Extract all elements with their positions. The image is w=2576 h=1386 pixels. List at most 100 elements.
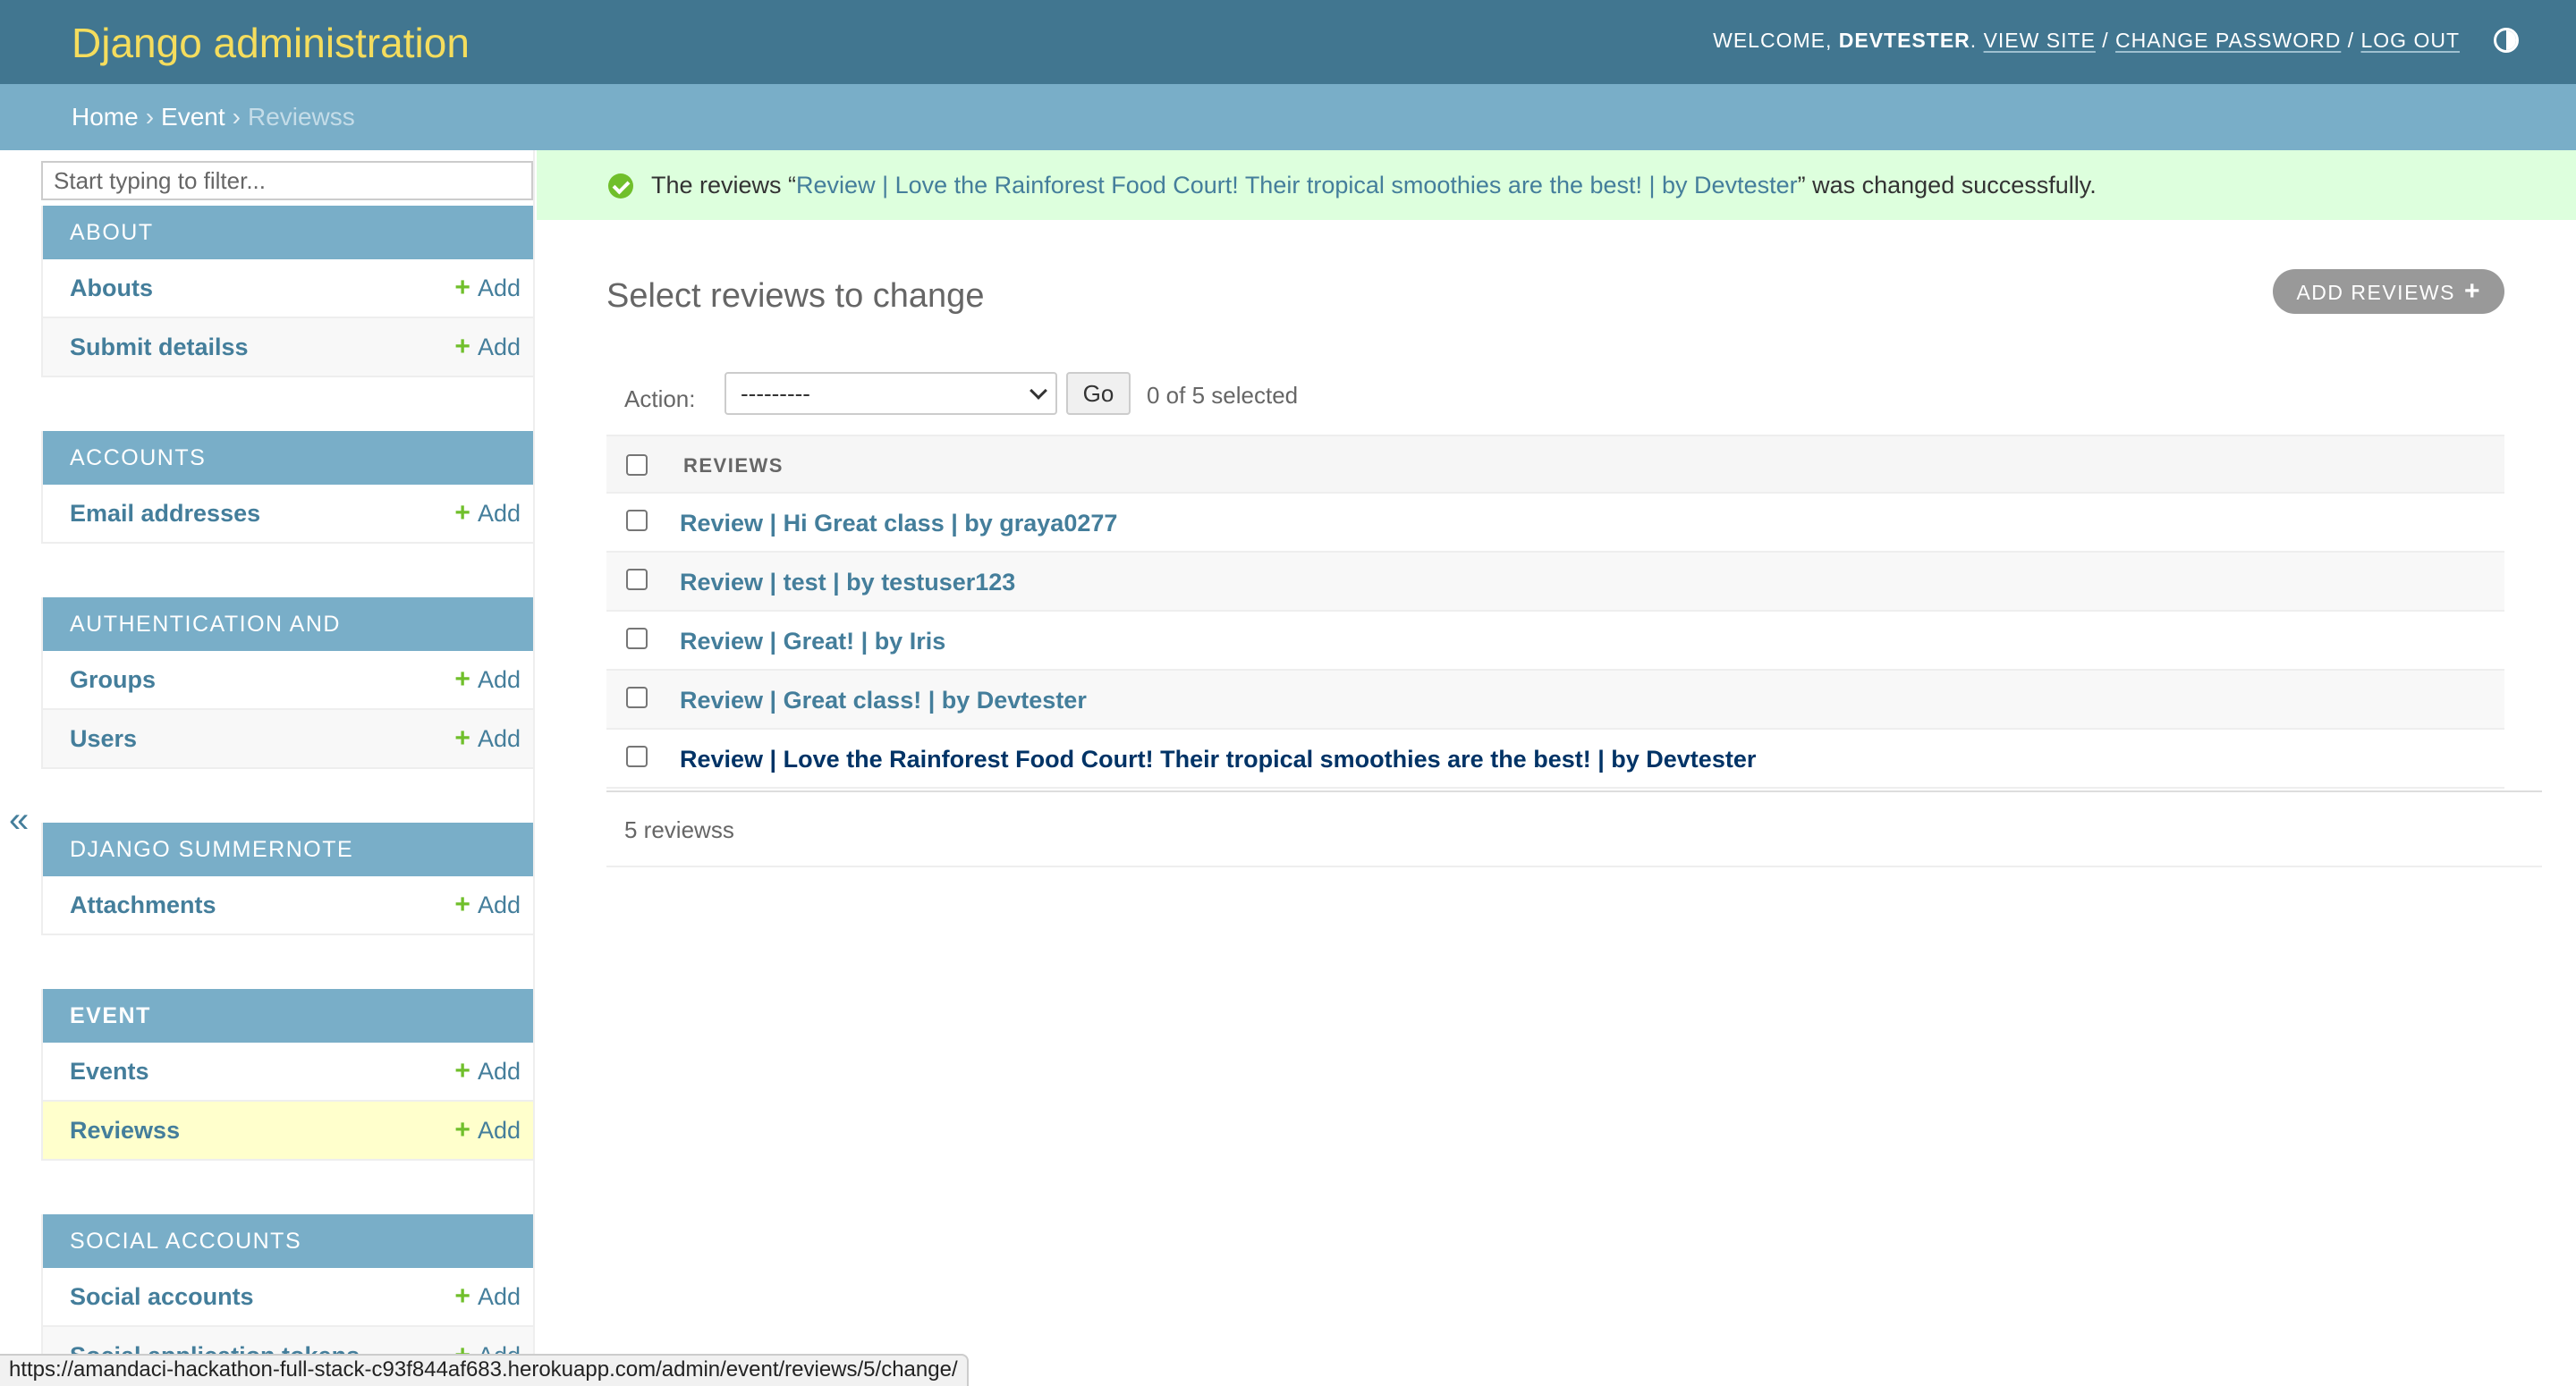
model-link-users[interactable]: Users: [70, 710, 137, 767]
action-select[interactable]: ---------: [724, 372, 1057, 415]
breadcrumb-home-link[interactable]: Home: [72, 103, 139, 131]
module-caption-summernote[interactable]: Django Summernote: [43, 823, 533, 876]
model-link-social-accounts[interactable]: Social accounts: [70, 1268, 254, 1325]
sidebar-item-users: Users + Add: [43, 710, 533, 769]
add-abouts-link[interactable]: + Add: [454, 259, 521, 317]
sidebar-item-groups: Groups + Add: [43, 651, 533, 710]
breadcrumb-app-link[interactable]: Event: [161, 103, 225, 131]
sidebar-item-reviewss: Reviewss + Add: [43, 1102, 533, 1161]
log-out-link[interactable]: LOG OUT: [2360, 29, 2460, 52]
module-event: Event Events + Add Reviewss + Add: [41, 989, 533, 1161]
add-reviews-label: ADD REVIEWS: [2296, 281, 2455, 304]
username: DEVTESTER: [1838, 29, 1970, 52]
sidebar-item-submit-detailss: Submit detailss + Add: [43, 318, 533, 377]
add-groups-link[interactable]: + Add: [454, 651, 521, 708]
table-row: Review | Great! | by Iris: [606, 612, 2504, 671]
plus-icon: +: [454, 498, 470, 528]
plus-icon: +: [454, 1056, 470, 1086]
add-attachments-link[interactable]: + Add: [454, 876, 521, 934]
table-row: Review | test | by testuser123: [606, 553, 2504, 612]
plus-icon: +: [454, 273, 470, 302]
add-label: Add: [477, 275, 521, 301]
add-events-link[interactable]: + Add: [454, 1043, 521, 1100]
row-checkbox[interactable]: [626, 746, 648, 767]
row-checkbox[interactable]: [626, 510, 648, 531]
add-label: Add: [477, 666, 521, 693]
review-link[interactable]: Review | Great! | by Iris: [680, 626, 945, 656]
sidebar-item-events: Events + Add: [43, 1043, 533, 1102]
header: Django administration WELCOME, DEVTESTER…: [0, 0, 2576, 84]
module-about: About Abouts + Add Submit detailss + Add: [41, 206, 533, 377]
message-object-link[interactable]: Review | Love the Rainforest Food Court!…: [796, 172, 1798, 199]
add-label: Add: [477, 1283, 521, 1310]
add-email-addresses-link[interactable]: + Add: [454, 485, 521, 542]
model-link-groups[interactable]: Groups: [70, 651, 156, 708]
add-users-link[interactable]: + Add: [454, 710, 521, 767]
table-row: Review | Hi Great class | by graya0277: [606, 494, 2504, 553]
chevron-down-icon: [1030, 382, 1047, 400]
review-link[interactable]: Review | test | by testuser123: [680, 567, 1015, 597]
success-message: The reviews “Review | Love the Rainfores…: [537, 150, 2576, 220]
add-label: Add: [477, 1058, 521, 1085]
module-caption-about[interactable]: About: [43, 206, 533, 259]
row-checkbox[interactable]: [626, 628, 648, 649]
nav-filter-input[interactable]: [41, 161, 533, 200]
select-all-checkbox[interactable]: [626, 454, 648, 476]
model-link-abouts[interactable]: Abouts: [70, 259, 153, 317]
module-accounts: Accounts Email addresses + Add: [41, 431, 533, 544]
breadcrumb: Home › Event › Reviewss: [0, 84, 2576, 150]
sidebar-item-attachments: Attachments + Add: [43, 876, 533, 935]
add-label: Add: [477, 725, 521, 752]
review-link[interactable]: Review | Hi Great class | by graya0277: [680, 508, 1117, 538]
sidebar-item-email-addresses: Email addresses + Add: [43, 485, 533, 544]
sidebar-collapse-toggle[interactable]: «: [9, 802, 29, 838]
module-caption-event[interactable]: Event: [43, 989, 533, 1043]
review-link[interactable]: Review | Love the Rainforest Food Court!…: [680, 744, 1756, 774]
selected-count: 0 of 5 selected: [1147, 382, 1299, 409]
model-link-attachments[interactable]: Attachments: [70, 876, 216, 934]
row-checkbox[interactable]: [626, 687, 648, 708]
theme-toggle-icon[interactable]: [2494, 28, 2519, 53]
module-caption-auth[interactable]: Authentication and Authorization: [43, 597, 533, 690]
go-button[interactable]: Go: [1066, 372, 1131, 415]
add-submit-detailss-link[interactable]: + Add: [454, 318, 521, 376]
module-auth: Authentication and Authorization Groups …: [41, 597, 533, 769]
model-link-events[interactable]: Events: [70, 1043, 149, 1100]
browser-status-bar: https://amandaci-hackathon-full-stack-c9…: [0, 1354, 969, 1386]
view-site-link[interactable]: VIEW SITE: [1984, 29, 2096, 52]
add-label: Add: [477, 892, 521, 918]
plus-icon: +: [454, 890, 470, 919]
plus-icon: +: [2463, 276, 2481, 306]
table-row: Review | Great class! | by Devtester: [606, 671, 2504, 730]
user-tools: WELCOME, DEVTESTER. VIEW SITE / CHANGE P…: [1713, 29, 2460, 52]
plus-icon: +: [454, 1115, 470, 1145]
add-reviewss-link[interactable]: + Add: [454, 1102, 521, 1159]
result-list-table: REVIEWS Review | Hi Great class | by gra…: [606, 435, 2504, 789]
review-link[interactable]: Review | Great class! | by Devtester: [680, 685, 1087, 715]
add-label: Add: [477, 334, 521, 360]
change-password-link[interactable]: CHANGE PASSWORD: [2115, 29, 2341, 52]
plus-icon: +: [454, 1281, 470, 1311]
module-summernote: Django Summernote Attachments + Add: [41, 823, 533, 935]
message-suffix: ” was changed successfully.: [1797, 172, 2097, 199]
module-caption-accounts[interactable]: Accounts: [43, 431, 533, 485]
table-header: REVIEWS: [606, 435, 2504, 494]
model-link-reviewss[interactable]: Reviewss: [70, 1102, 180, 1159]
row-checkbox[interactable]: [626, 569, 648, 590]
site-name-link[interactable]: Django administration: [72, 18, 470, 68]
sidebar-item-abouts: Abouts + Add: [43, 259, 533, 318]
add-social-accounts-link[interactable]: + Add: [454, 1268, 521, 1325]
breadcrumb-separator: ›: [145, 103, 155, 131]
column-header-reviews[interactable]: REVIEWS: [683, 452, 784, 479]
sidebar-item-social-accounts: Social accounts + Add: [43, 1268, 533, 1327]
action-select-value: ---------: [741, 380, 810, 407]
welcome-text: WELCOME,: [1713, 29, 1833, 52]
module-caption-social-accounts[interactable]: Social Accounts: [43, 1214, 533, 1268]
model-link-email-addresses[interactable]: Email addresses: [70, 485, 260, 542]
model-link-submit-detailss[interactable]: Submit detailss: [70, 318, 249, 376]
plus-icon: +: [454, 723, 470, 753]
paginator: 5 reviewss: [606, 790, 2542, 867]
add-reviews-button[interactable]: ADD REVIEWS +: [2273, 269, 2504, 314]
breadcrumb-separator: ›: [232, 103, 241, 131]
action-label: Action:: [624, 385, 696, 412]
